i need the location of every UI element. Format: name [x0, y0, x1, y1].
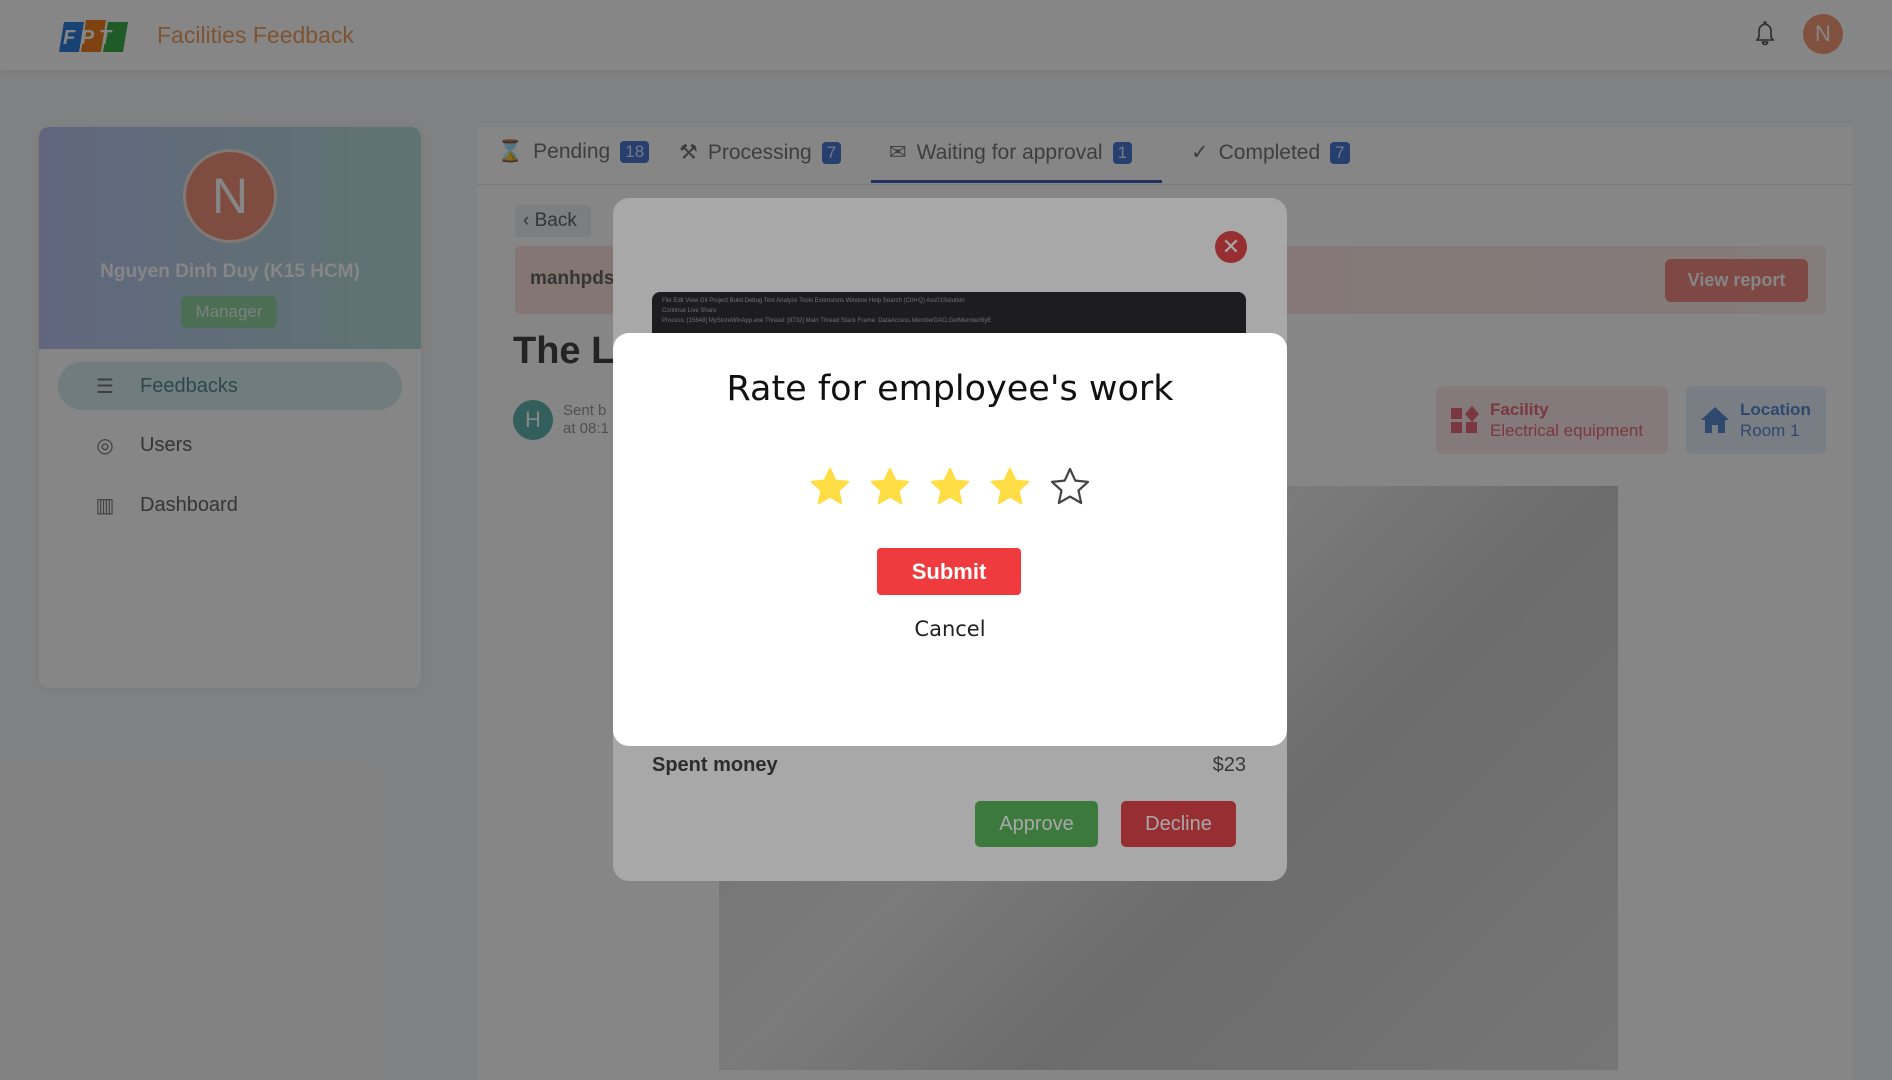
star-rating [613, 467, 1287, 507]
star-outline-icon[interactable] [1050, 467, 1090, 507]
rating-title: Rate for employee's work [726, 369, 1174, 409]
submit-button[interactable]: Submit [877, 548, 1021, 595]
rating-modal: Rate for employee's work Submit Cancel [613, 333, 1287, 746]
star-filled-icon[interactable] [990, 467, 1030, 507]
cancel-button[interactable]: Cancel [613, 617, 1287, 641]
star-filled-icon[interactable] [930, 467, 970, 507]
star-filled-icon[interactable] [870, 467, 910, 507]
star-filled-icon[interactable] [810, 467, 850, 507]
